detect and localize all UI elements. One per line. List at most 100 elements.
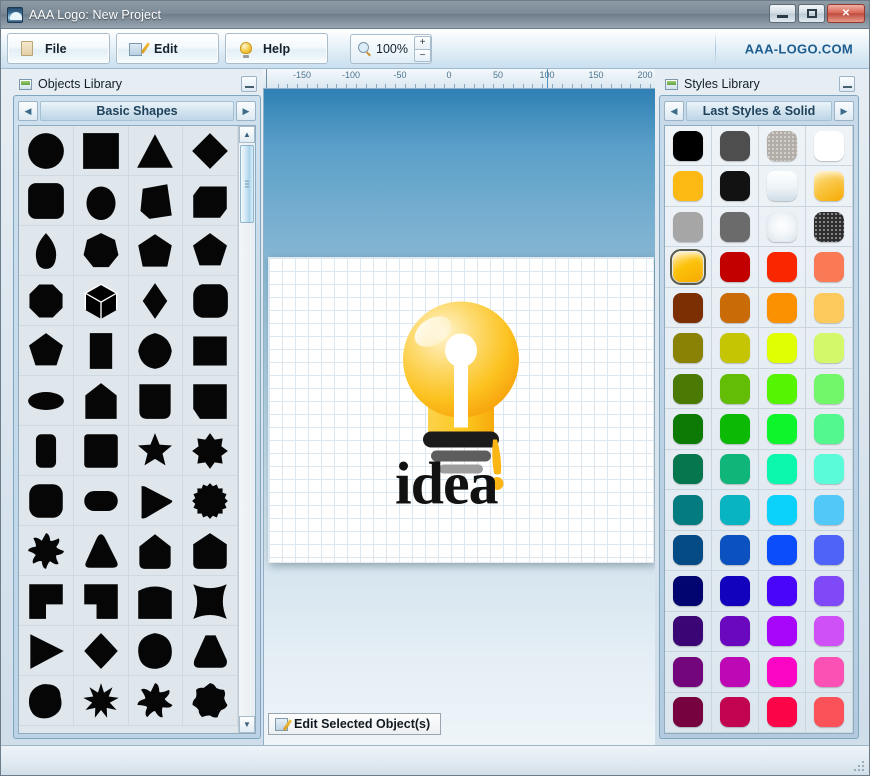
style-swatch-gold-selected[interactable] (665, 247, 712, 288)
shape-item-rounded-square[interactable] (19, 176, 74, 226)
style-swatch-purple-blue[interactable] (806, 571, 853, 612)
shape-item-diamond-rounded[interactable] (73, 626, 129, 676)
zoom-control[interactable]: 100% + − (350, 33, 432, 64)
shape-item-rounded-rect-tall[interactable] (19, 426, 74, 476)
styles-category-prev-button[interactable]: ◀ (664, 101, 684, 121)
zoom-out-button[interactable]: − (414, 48, 431, 62)
shape-item-star-7-wave[interactable] (128, 676, 184, 726)
style-swatch-near-black[interactable] (712, 166, 759, 207)
shape-item-triangle-rounded[interactable] (73, 526, 129, 576)
style-swatch-medium-blue[interactable] (712, 530, 759, 572)
shape-item-pentagon-rounded[interactable] (128, 226, 184, 276)
shape-item-pentagon-wide[interactable] (19, 326, 74, 376)
zoom-in-button[interactable]: + (414, 35, 431, 49)
resize-grip[interactable] (854, 761, 866, 773)
shape-item-home-plate[interactable] (73, 376, 129, 426)
style-swatch-amber[interactable] (665, 166, 712, 207)
style-swatch-dark-purple[interactable] (665, 611, 712, 653)
style-swatch-maroon[interactable] (665, 692, 712, 733)
shape-item-circle[interactable] (19, 126, 74, 176)
logo-page[interactable]: idea (268, 257, 654, 563)
style-swatch-rose-red[interactable] (759, 692, 806, 733)
style-swatch-forest-green[interactable] (665, 409, 712, 450)
style-swatch-violet[interactable] (759, 611, 806, 653)
style-swatch-cyan[interactable] (759, 490, 806, 531)
style-swatch-dark-navy[interactable] (665, 571, 712, 612)
shape-item-rounded-octagon[interactable] (183, 276, 238, 326)
idea-lightbulb-logo[interactable]: idea (381, 298, 541, 523)
styles-library-collapse-button[interactable] (839, 76, 855, 92)
style-swatch-blue[interactable] (759, 530, 806, 572)
style-swatch-dark-blue[interactable] (712, 571, 759, 612)
shape-item-pill-horizontal[interactable] (73, 476, 129, 526)
style-swatch-sea-green[interactable] (665, 449, 712, 491)
shape-item-rhombus[interactable] (128, 276, 184, 326)
shape-item-squircle[interactable] (19, 476, 74, 526)
shape-item-star-8-blunt[interactable] (183, 426, 238, 476)
style-swatch-orange[interactable] (759, 287, 806, 329)
style-swatch-pink[interactable] (806, 652, 853, 693)
style-swatch-sky-blue[interactable] (806, 490, 853, 531)
objects-library-collapse-button[interactable] (241, 76, 257, 92)
style-swatch-light-green[interactable] (806, 368, 853, 410)
objects-category-prev-button[interactable]: ◀ (18, 101, 38, 121)
style-swatch-lime[interactable] (759, 409, 806, 450)
style-swatch-black[interactable] (665, 126, 712, 167)
shape-item-ellipse[interactable] (19, 376, 74, 426)
style-swatch-mint[interactable] (806, 409, 853, 450)
shape-item-square-rounded[interactable] (73, 426, 129, 476)
shape-item-concave-square[interactable] (183, 576, 238, 626)
style-swatch-emerald[interactable] (712, 449, 759, 491)
shape-item-folded-square[interactable] (183, 376, 238, 426)
style-swatch-dark-magenta[interactable] (665, 652, 712, 693)
objects-scroll-down-button[interactable]: ▼ (239, 716, 255, 733)
shape-item-step-notch[interactable] (73, 576, 129, 626)
style-swatch-green[interactable] (712, 409, 759, 450)
shape-item-hexagon-round[interactable] (128, 326, 184, 376)
style-swatch-light-orange[interactable] (806, 287, 853, 329)
style-swatch-white-radial[interactable] (759, 206, 806, 248)
style-swatch-light-gray-speck[interactable] (759, 126, 806, 167)
shape-item-shield[interactable] (183, 526, 238, 576)
objects-scrollbar[interactable]: ▲ ▼ (238, 126, 255, 733)
shape-item-pentagon[interactable] (183, 226, 238, 276)
edit-button[interactable]: Edit (116, 33, 219, 64)
style-swatch-purple[interactable] (712, 611, 759, 653)
objects-scroll-track[interactable] (239, 143, 255, 716)
maximize-button[interactable] (798, 4, 825, 23)
shape-item-arch-block[interactable] (128, 576, 184, 626)
style-swatch-mid-gray[interactable] (665, 206, 712, 248)
style-swatch-violet-blue[interactable] (759, 571, 806, 612)
style-swatch-yellow-olive[interactable] (712, 328, 759, 369)
objects-scroll-thumb[interactable] (240, 145, 254, 223)
shape-item-step-corner[interactable] (19, 576, 74, 626)
style-swatch-slate-gray[interactable] (712, 206, 759, 248)
style-swatch-charcoal-dots[interactable] (806, 206, 853, 248)
shape-item-star-5[interactable] (128, 426, 184, 476)
brand-link[interactable]: AAA-LOGO.COM (745, 41, 853, 56)
style-swatch-white-gradient[interactable] (759, 166, 806, 207)
style-swatch-bright-green[interactable] (759, 368, 806, 410)
style-swatch-spring-green[interactable] (759, 449, 806, 491)
style-swatch-aquamarine[interactable] (806, 449, 853, 491)
style-swatch-dark-cyan[interactable] (712, 490, 759, 531)
style-swatch-olive[interactable] (665, 328, 712, 369)
styles-category-name[interactable]: Last Styles & Solid (686, 101, 832, 121)
shape-item-square[interactable] (73, 126, 129, 176)
shape-item-octagon[interactable] (19, 276, 74, 326)
shape-item-gear-circle[interactable] (183, 476, 238, 526)
shape-item-slanted-hexagon[interactable] (183, 176, 238, 226)
style-swatch-dark-gray[interactable] (712, 126, 759, 167)
shape-item-triangle[interactable] (128, 126, 184, 176)
shape-item-play-triangle[interactable] (128, 476, 184, 526)
shape-item-flower-blob[interactable] (183, 676, 238, 726)
shape-item-cube-face[interactable] (128, 176, 184, 226)
style-swatch-fuchsia[interactable] (759, 652, 806, 693)
shape-item-diamond[interactable] (183, 126, 238, 176)
style-swatch-red[interactable] (759, 247, 806, 288)
style-swatch-crimson[interactable] (712, 692, 759, 733)
minimize-button[interactable] (769, 4, 796, 23)
style-swatch-teal[interactable] (665, 490, 712, 531)
shape-item-triangle-wide[interactable] (183, 626, 238, 676)
style-swatch-burnt-orange[interactable] (712, 287, 759, 329)
